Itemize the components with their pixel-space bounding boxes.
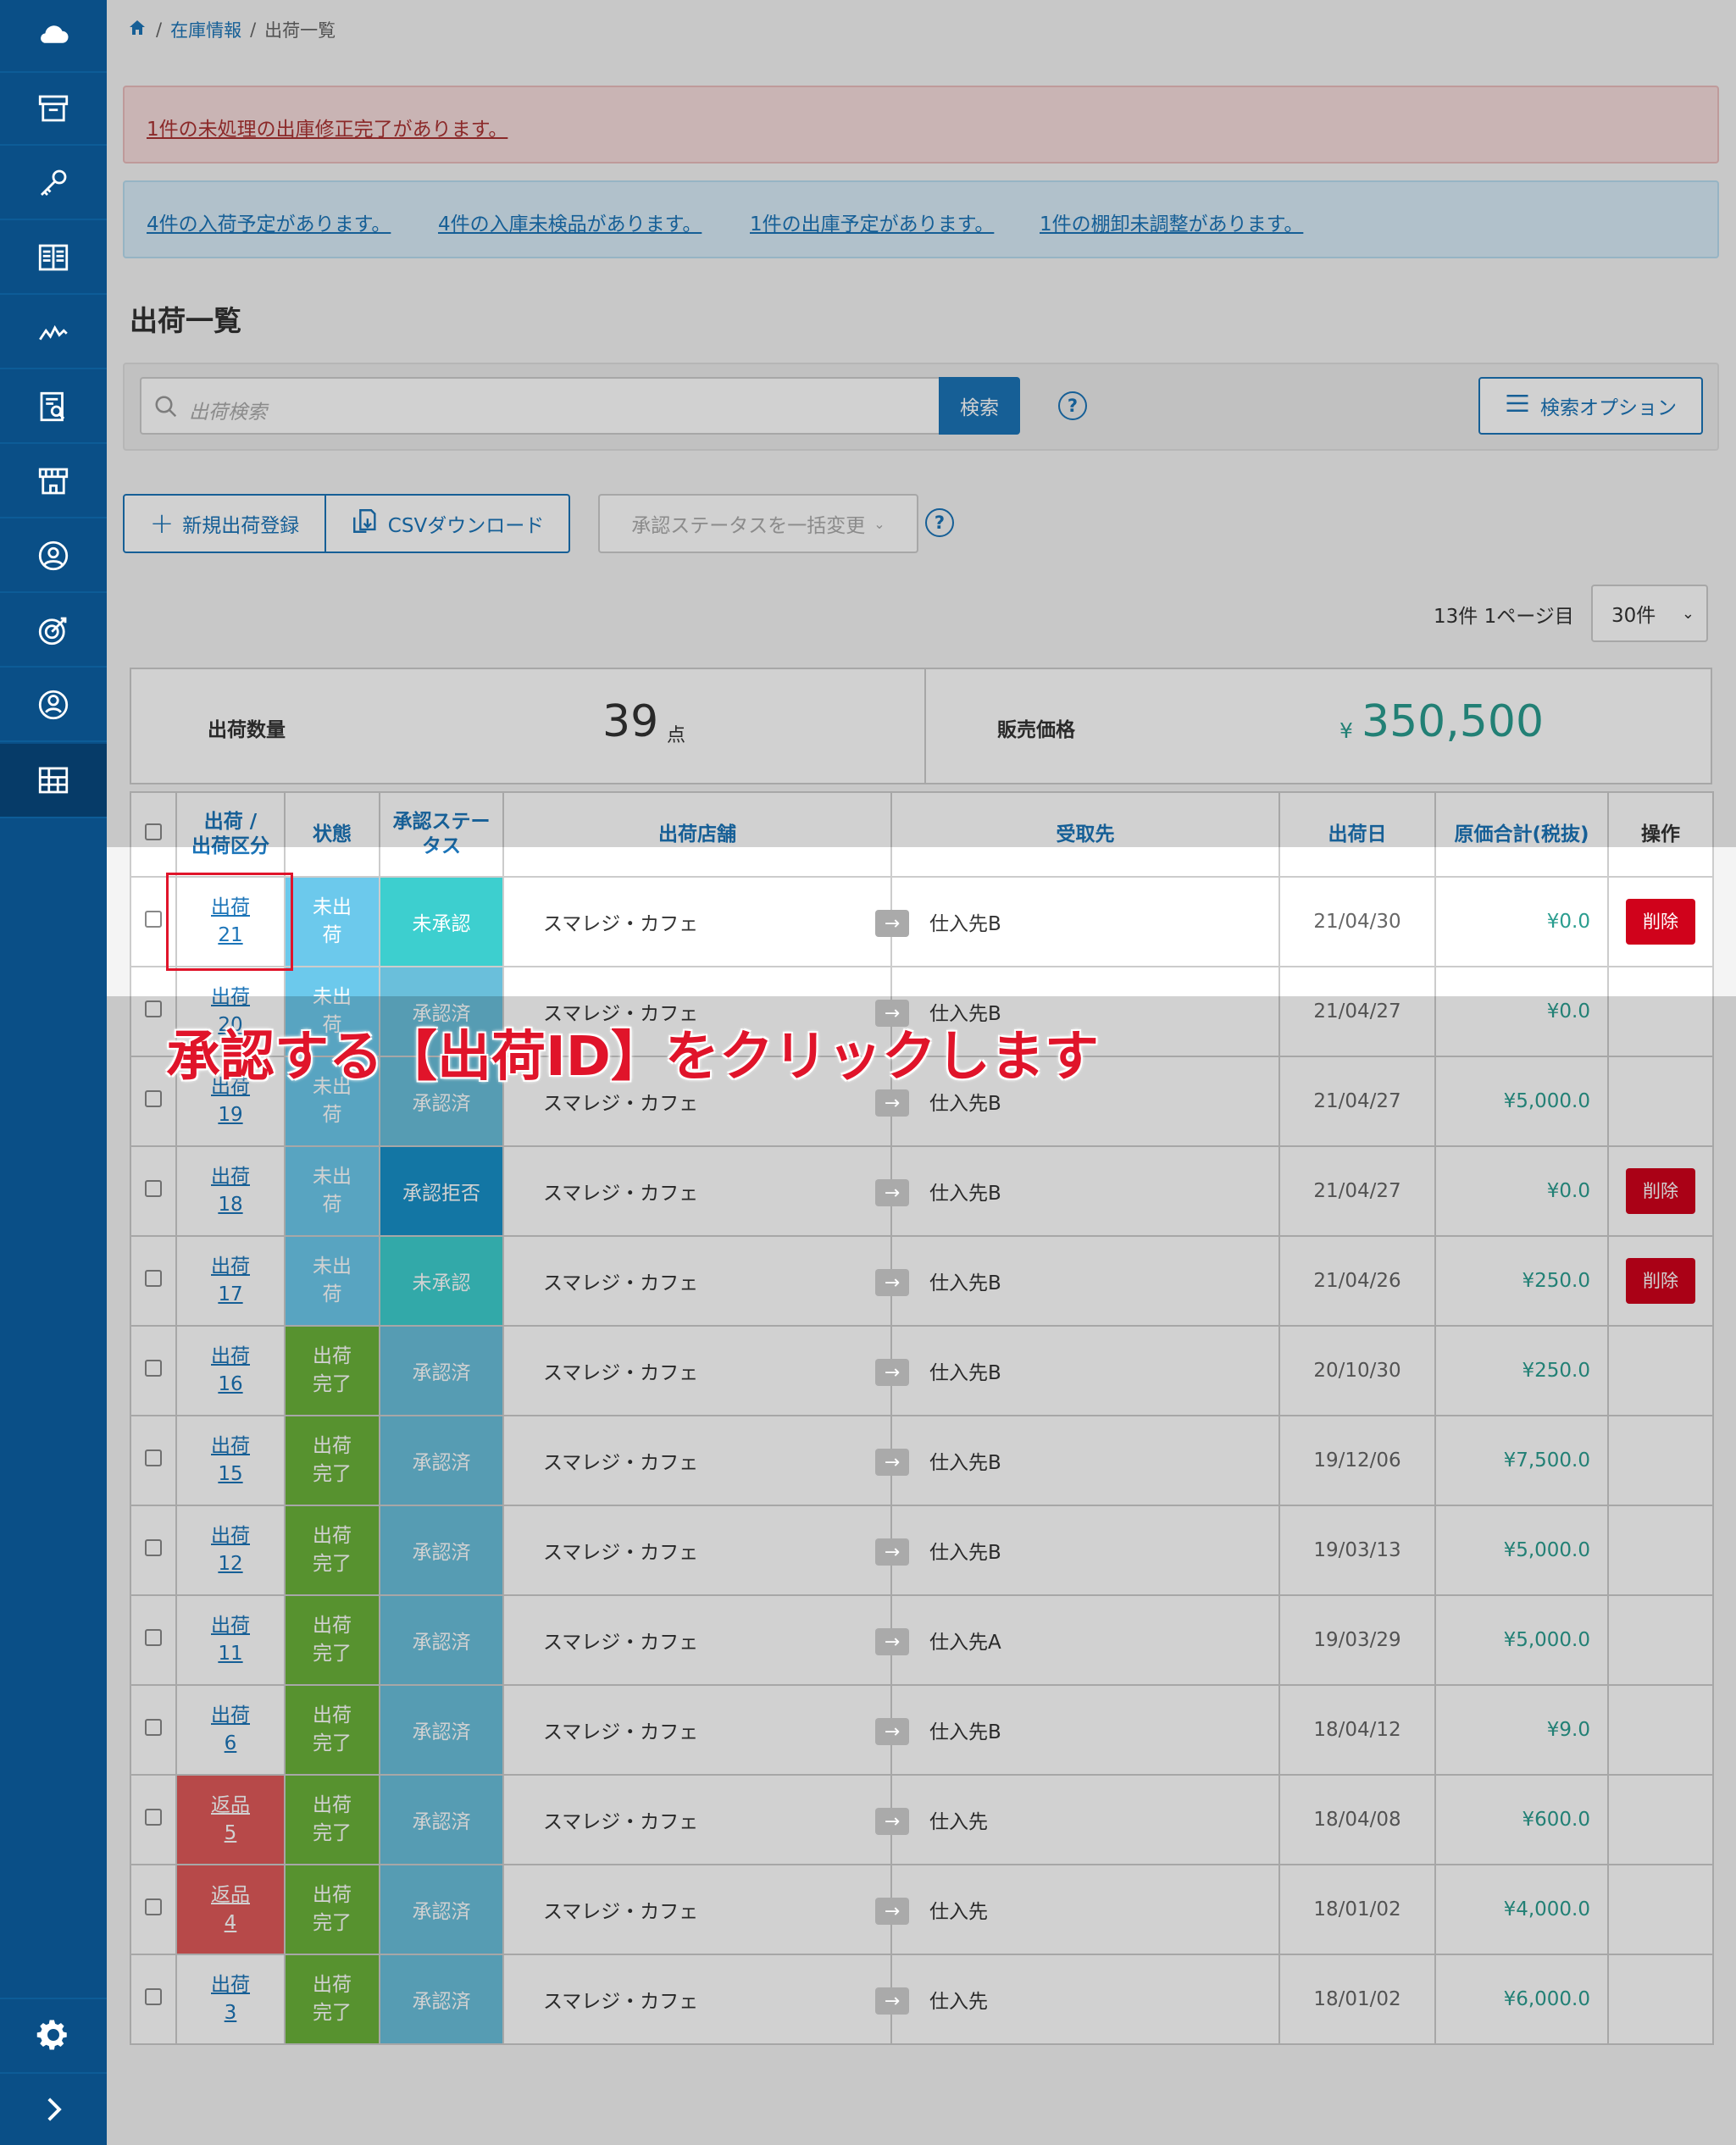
arrow-right-icon: → [875, 1089, 909, 1117]
state-cell: 未出荷 [284, 876, 380, 967]
book-icon[interactable] [0, 222, 107, 295]
arrow-right-icon: → [875, 1538, 909, 1566]
chevron-right-icon[interactable] [0, 2072, 107, 2145]
action-cell: 削除 [1607, 876, 1714, 967]
arrow-right-icon: → [875, 1359, 909, 1386]
overlay-dim-top [107, 0, 1736, 847]
target-icon[interactable] [0, 595, 107, 668]
arrow-right-icon: → [875, 1987, 909, 2015]
cost-cell: ¥0.0 [1434, 876, 1609, 967]
delete-button[interactable]: 削除 [1626, 899, 1695, 945]
highlight-box [166, 873, 293, 971]
arrow-right-icon: → [875, 1449, 909, 1476]
cloud-icon[interactable] [0, 0, 107, 73]
arrow-right-icon: → [875, 1179, 909, 1206]
arrow-right-icon: → [875, 1000, 909, 1027]
overlay-dim-bottom [107, 996, 1736, 2145]
line-chart-icon[interactable] [0, 297, 107, 369]
approval-status-cell: 未承認 [379, 876, 504, 967]
sidebar [0, 0, 107, 2145]
grid-icon[interactable] [0, 744, 107, 818]
arrow-right-icon: → [875, 910, 909, 937]
store-icon[interactable] [0, 446, 107, 518]
gear-icon[interactable] [0, 1998, 107, 2070]
date-cell: 21/04/30 [1278, 876, 1436, 967]
arrow-right-icon: → [875, 1269, 909, 1296]
table-row[interactable]: 出荷 21 未出荷未承認 スマレジ・カフェ → 仕入先B 21/04/30 ¥0.0 削除 [130, 876, 1714, 967]
annotation-caption: 承認する【出荷ID】をクリックします [166, 1026, 1099, 1089]
store-cell: スマレジ・カフェ → [502, 876, 909, 967]
arrow-right-icon: → [875, 1628, 909, 1655]
arrow-right-icon: → [875, 1718, 909, 1745]
user-circle-icon[interactable] [0, 520, 107, 593]
user-icon[interactable] [0, 669, 107, 742]
report-icon[interactable] [0, 371, 107, 444]
key-icon[interactable] [0, 147, 107, 220]
recipient-cell: 仕入先B [890, 876, 1280, 967]
arrow-right-icon: → [875, 1898, 909, 1925]
arrow-right-icon: → [875, 1808, 909, 1835]
archive-box-icon[interactable] [0, 73, 107, 146]
